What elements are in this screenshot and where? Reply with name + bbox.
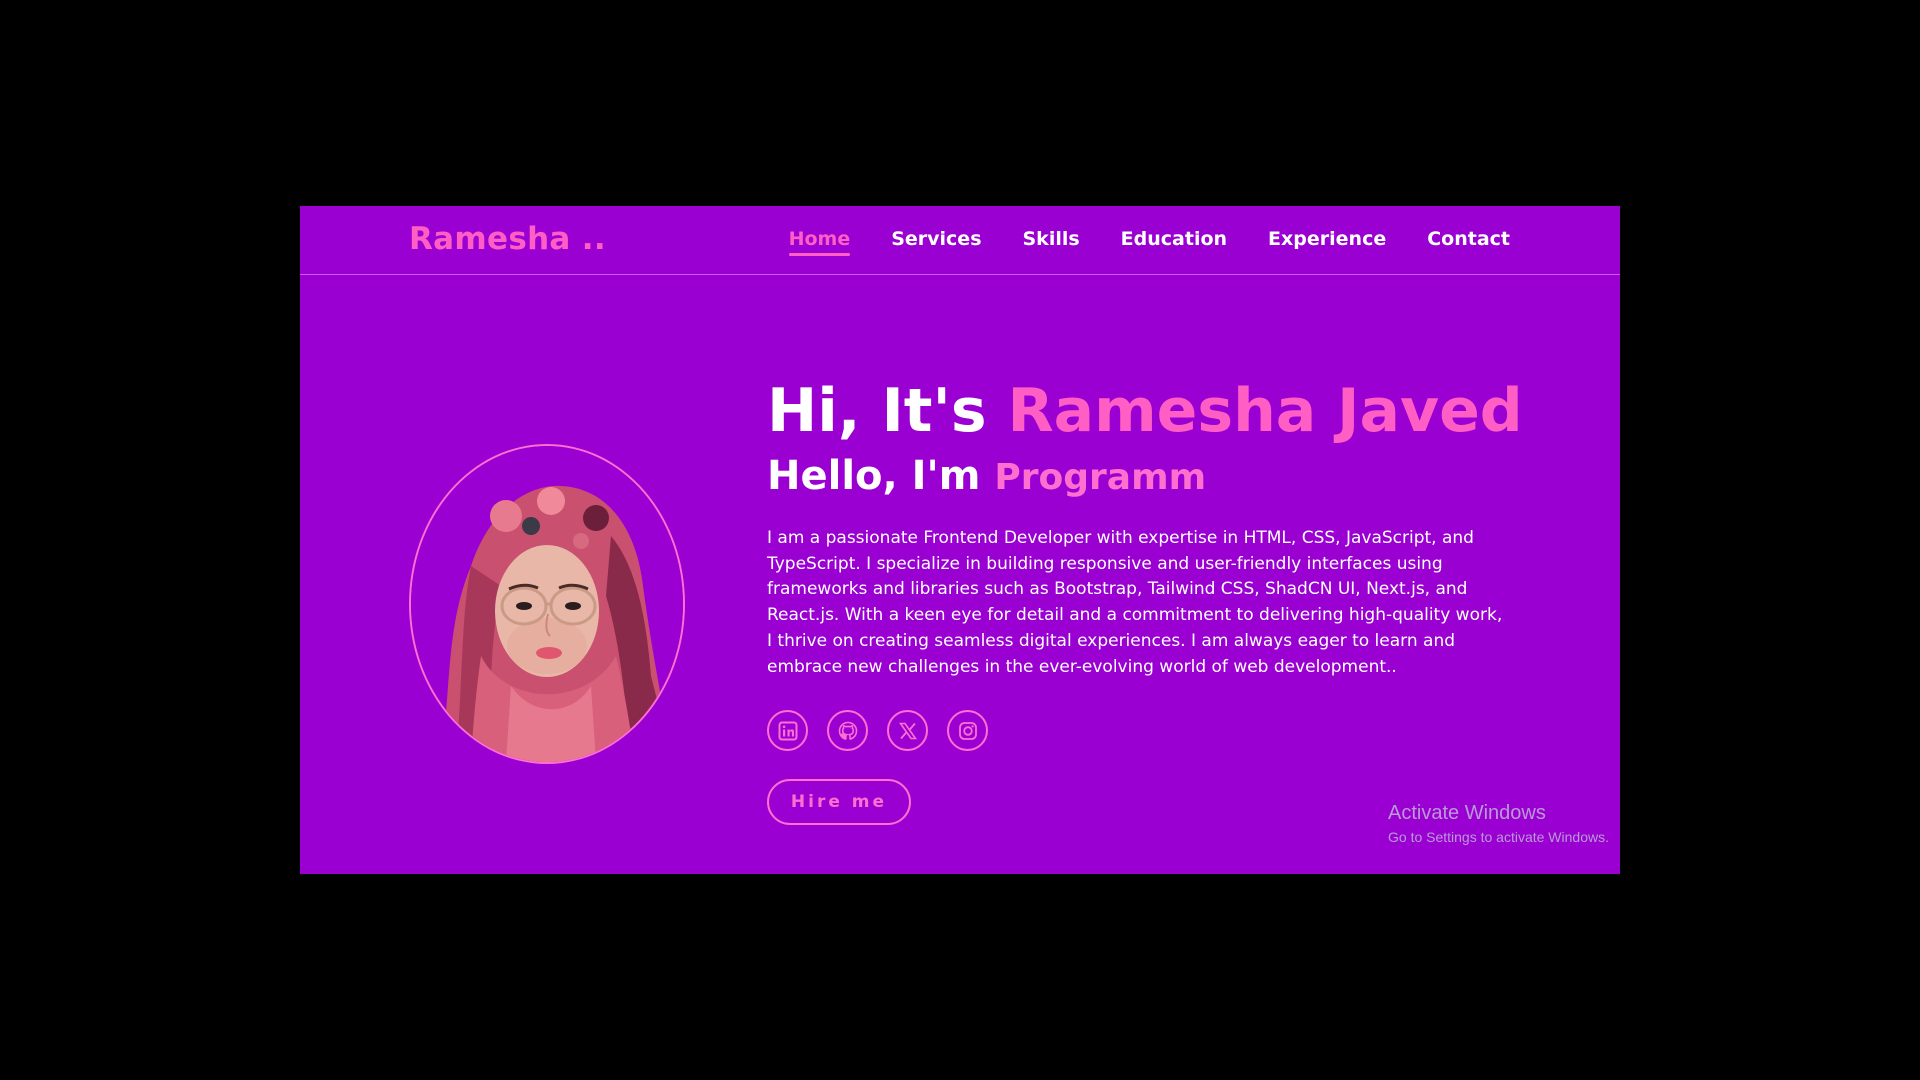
watermark-subtitle: Go to Settings to activate Windows. xyxy=(1388,829,1609,845)
github-icon xyxy=(838,721,857,740)
navbar: Ramesha .. Home Services Skills Educatio… xyxy=(300,206,1620,275)
hire-me-button[interactable]: Hire me xyxy=(767,779,911,826)
profile-photo xyxy=(409,444,685,764)
instagram-link[interactable] xyxy=(947,710,988,752)
hero-greeting: Hi, It's xyxy=(767,376,1008,446)
profile-photo-illustration xyxy=(411,446,683,762)
portfolio-page: Ramesha .. Home Services Skills Educatio… xyxy=(300,206,1620,874)
site-logo[interactable]: Ramesha .. xyxy=(409,221,606,257)
social-links xyxy=(767,710,1527,752)
hero-intro: Hello, I'm xyxy=(767,453,995,499)
nav-item-services[interactable]: Services xyxy=(891,228,981,254)
nav-item-education[interactable]: Education xyxy=(1121,228,1227,254)
x-icon xyxy=(898,722,917,740)
linkedin-icon xyxy=(778,721,797,741)
x-link[interactable] xyxy=(887,710,928,752)
typed-role: Programm xyxy=(994,457,1207,498)
nav-item-skills[interactable]: Skills xyxy=(1023,228,1080,254)
hero-subheading: Hello, I'm Programm xyxy=(767,448,1527,506)
watermark-title: Activate Windows xyxy=(1388,802,1546,824)
hero-name: Ramesha Javed xyxy=(1007,376,1523,446)
hero-bio: I am a passionate Frontend Developer wit… xyxy=(767,528,1503,677)
hero-section: Hi, It's Ramesha Javed Hello, I'm Progra… xyxy=(767,374,1527,826)
github-link[interactable] xyxy=(827,710,868,752)
hero-heading: Hi, It's Ramesha Javed xyxy=(767,374,1527,448)
nav-item-home[interactable]: Home xyxy=(788,228,850,256)
nav-item-experience[interactable]: Experience xyxy=(1268,228,1386,254)
nav-links: Home Services Skills Education Experienc… xyxy=(788,228,1510,256)
windows-activation-watermark: Activate Windows Go to Settings to activ… xyxy=(1388,802,1609,845)
nav-item-contact[interactable]: Contact xyxy=(1427,228,1510,254)
linkedin-link[interactable] xyxy=(767,710,808,752)
instagram-icon xyxy=(958,721,977,740)
